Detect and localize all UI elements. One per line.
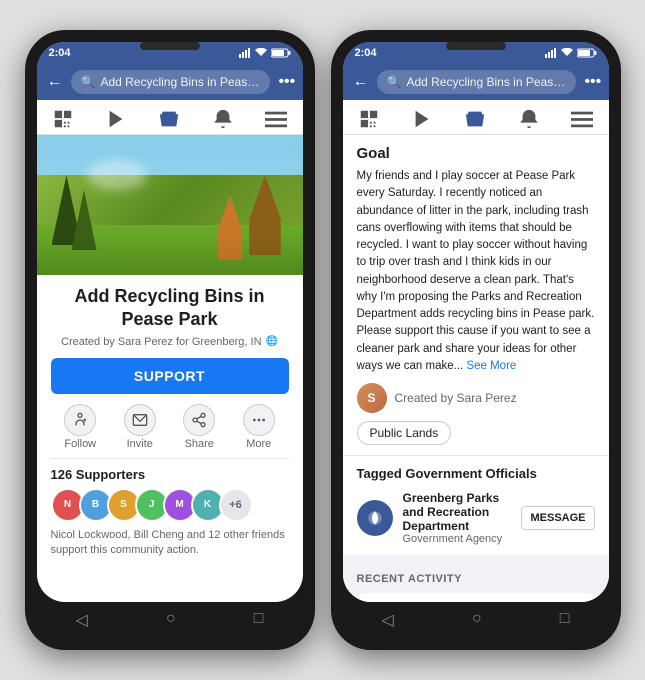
search-text: Add Recycling Bins in Pease P... xyxy=(100,75,260,89)
official-name: Greenberg Parks and Recreation Departmen… xyxy=(403,491,512,533)
supporters-text: Nicol Lockwood, Bill Cheng and 12 other … xyxy=(51,528,289,559)
right-recents-gesture[interactable]: □ xyxy=(560,610,570,630)
right-more-button[interactable]: ••• xyxy=(584,73,601,91)
signal-icon-r xyxy=(545,48,557,58)
left-screen: 2:04 ← 🔍 Add Recycling Bins in Pease P..… xyxy=(37,42,303,602)
battery-icon-r xyxy=(577,48,597,58)
nav-notifications[interactable] xyxy=(212,108,234,130)
left-content: Add Recycling Bins in Pease Park Created… xyxy=(37,275,303,602)
supporters-count: 126 Supporters xyxy=(51,467,289,482)
leaf-icon xyxy=(365,508,385,528)
tagged-section: Tagged Government Officials Greenberg Pa… xyxy=(343,456,609,563)
message-button[interactable]: MESSAGE xyxy=(521,506,594,530)
share-button[interactable]: Share xyxy=(183,404,215,450)
left-nav-icons xyxy=(37,100,303,135)
petition-meta: Created by Sara Perez for Greenberg, IN … xyxy=(61,336,278,348)
follow-icon xyxy=(64,404,96,436)
right-status-icons xyxy=(545,48,597,58)
right-nav-newsfeed[interactable] xyxy=(358,108,380,130)
avatar-more: +6 xyxy=(219,488,253,522)
right-nav-icons xyxy=(343,100,609,135)
follow-label: Follow xyxy=(64,438,96,450)
globe-icon: 🌐 xyxy=(266,336,278,347)
scene: 2:04 ← 🔍 Add Recycling Bins in Pease P..… xyxy=(25,30,621,650)
goal-section: Goal My friends and I play soccer at Pea… xyxy=(343,135,609,456)
creator-row: S Created by Sara Perez xyxy=(357,383,595,413)
right-nav-marketplace[interactable] xyxy=(464,108,486,130)
left-search-bar: ← 🔍 Add Recycling Bins in Pease P... ••• xyxy=(37,64,303,100)
right-status-bar: 2:04 xyxy=(343,42,609,64)
nav-marketplace[interactable] xyxy=(158,108,180,130)
tagged-title: Tagged Government Officials xyxy=(357,466,595,481)
petition-title: Add Recycling Bins in Pease Park xyxy=(51,285,289,332)
share-label: Share xyxy=(185,438,214,450)
right-search-bar: ← 🔍 Add Recycling Bins in Pease P... ••• xyxy=(343,64,609,100)
right-back-button[interactable]: ← xyxy=(353,73,369,91)
nav-video[interactable] xyxy=(105,108,127,130)
action-row: Follow Invite Share xyxy=(51,404,289,459)
right-home-gesture[interactable]: ○ xyxy=(472,610,482,630)
recents-gesture[interactable]: □ xyxy=(254,610,264,630)
activity-section: RECENT ACTIVITY N Nicol Lockwood shared … xyxy=(343,563,609,602)
left-phone: 2:04 ← 🔍 Add Recycling Bins in Pease P..… xyxy=(25,30,315,650)
right-screen: 2:04 ← 🔍 Add Recycling Bins in Pease P..… xyxy=(343,42,609,602)
right-nav-video[interactable] xyxy=(411,108,433,130)
battery-icon xyxy=(271,48,291,58)
left-time: 2:04 xyxy=(49,47,71,59)
right-nav-menu[interactable] xyxy=(571,108,593,130)
invite-button[interactable]: Invite xyxy=(124,404,156,450)
right-phone: 2:04 ← 🔍 Add Recycling Bins in Pease P..… xyxy=(331,30,621,650)
left-status-bar: 2:04 xyxy=(37,42,303,64)
left-status-icons xyxy=(239,48,291,58)
signal-icon xyxy=(239,48,251,58)
hero-image xyxy=(37,135,303,275)
official-info: Greenberg Parks and Recreation Departmen… xyxy=(403,491,512,545)
creator-name: Created by Sara Perez xyxy=(395,391,517,405)
nav-news-feed[interactable] xyxy=(52,108,74,130)
left-bottom-nav: ◁ ○ □ xyxy=(37,602,303,638)
more-icon xyxy=(243,404,275,436)
right-content: Goal My friends and I play soccer at Pea… xyxy=(343,135,609,602)
share-icon xyxy=(183,404,215,436)
goal-text: My friends and I play soccer at Pease Pa… xyxy=(357,168,595,375)
back-gesture[interactable]: ◁ xyxy=(76,610,88,630)
follow-button[interactable]: Follow xyxy=(64,404,96,450)
left-search-input[interactable]: 🔍 Add Recycling Bins in Pease P... xyxy=(71,70,271,94)
search-icon-r: 🔍 xyxy=(387,75,402,89)
official-row: Greenberg Parks and Recreation Departmen… xyxy=(357,491,595,545)
activity-header: RECENT ACTIVITY xyxy=(357,573,595,585)
support-button[interactable]: SUPPORT xyxy=(51,358,289,394)
avatars-row: N B S J M K +6 xyxy=(51,488,289,522)
right-search-input[interactable]: 🔍 Add Recycling Bins in Pease P... xyxy=(377,70,577,94)
activity-card: N Nicol Lockwood shared Pease Park Clean… xyxy=(357,593,595,602)
official-icon xyxy=(357,500,393,536)
left-back-button[interactable]: ← xyxy=(47,73,63,91)
right-search-text: Add Recycling Bins in Pease P... xyxy=(406,75,566,89)
wifi-icon xyxy=(254,48,268,58)
more-button[interactable]: More xyxy=(243,404,275,450)
nav-menu[interactable] xyxy=(265,108,287,130)
invite-icon xyxy=(124,404,156,436)
goal-title: Goal xyxy=(357,145,595,162)
supporters-section: 126 Supporters N B S J M K +6 Nicol Lock… xyxy=(51,459,289,567)
wifi-icon-r xyxy=(560,48,574,58)
left-more-button[interactable]: ••• xyxy=(278,73,295,91)
right-bottom-nav: ◁ ○ □ xyxy=(343,602,609,638)
creator-avatar: S xyxy=(357,383,387,413)
invite-label: Invite xyxy=(127,438,153,450)
search-icon: 🔍 xyxy=(81,75,96,89)
tag-pill[interactable]: Public Lands xyxy=(357,421,452,445)
home-gesture[interactable]: ○ xyxy=(166,610,176,630)
right-back-gesture[interactable]: ◁ xyxy=(382,610,394,630)
right-nav-notifications[interactable] xyxy=(518,108,540,130)
see-more-link[interactable]: See More xyxy=(466,360,516,372)
right-time: 2:04 xyxy=(355,47,377,59)
official-type: Government Agency xyxy=(403,533,512,545)
more-label: More xyxy=(246,438,271,450)
